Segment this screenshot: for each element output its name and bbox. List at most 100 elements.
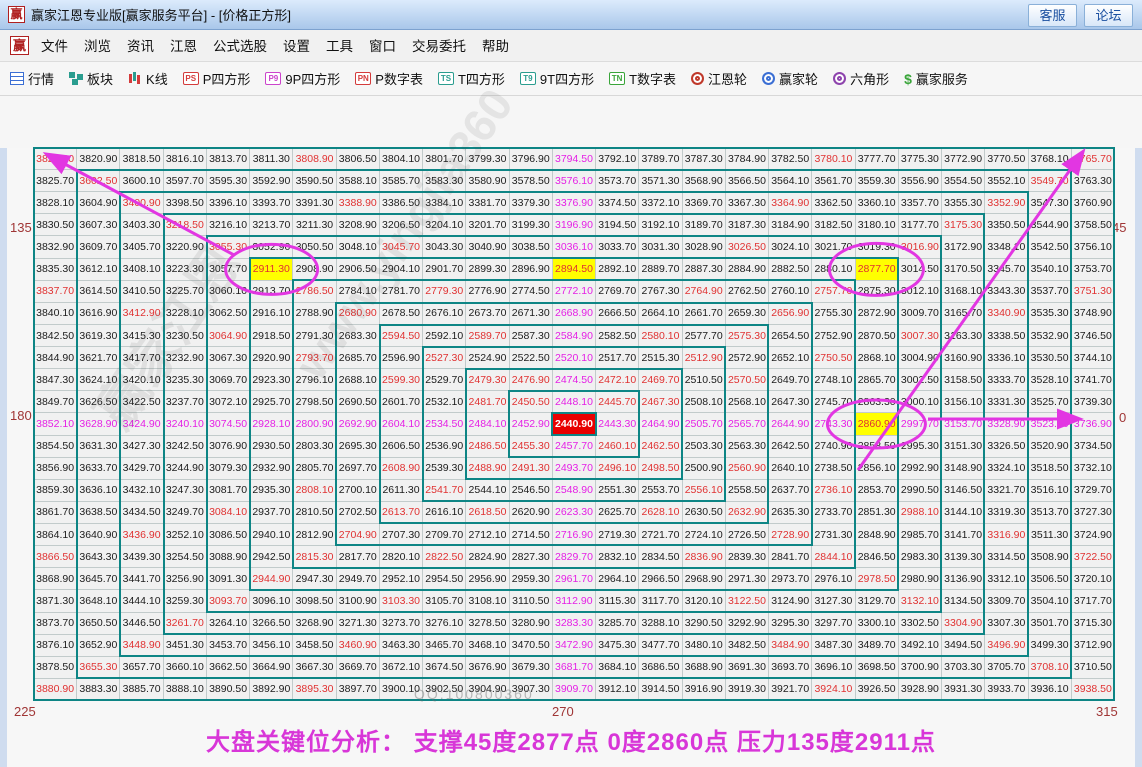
- grid-cell: 3652.90: [77, 635, 119, 656]
- grid-cell: 2532.10: [423, 391, 465, 412]
- grid-cell: 2796.10: [293, 369, 335, 390]
- menu-item-窗口[interactable]: 窗口: [369, 39, 396, 54]
- toolbar-item-P数字表[interactable]: PNP数字表: [355, 69, 423, 88]
- grid-cell: 2709.70: [423, 524, 465, 545]
- grid-cell: 2611.30: [380, 480, 422, 501]
- grid-cell: 3235.30: [164, 369, 206, 390]
- menu-item-工具[interactable]: 工具: [326, 39, 353, 54]
- grid-cell: 2649.70: [769, 369, 811, 390]
- compass-label-45: 45: [1112, 220, 1126, 235]
- grid-cell: 3345.70: [985, 259, 1027, 280]
- grid-cell: 3799.30: [466, 148, 508, 169]
- customer-service-button[interactable]: 客服: [1028, 4, 1077, 27]
- grid-cell: 2481.70: [466, 391, 508, 412]
- grid-cell: 3441.70: [120, 568, 162, 589]
- grid-cell: 3849.70: [34, 391, 76, 412]
- toolbar-item-K线[interactable]: K线: [128, 69, 168, 88]
- grid-cell: 3597.70: [164, 170, 206, 191]
- grid-cell: 3160.90: [942, 347, 984, 368]
- grid-cell: 3456.10: [250, 635, 292, 656]
- menu-item-江恩[interactable]: 江恩: [170, 39, 197, 54]
- grid-cell: 3828.10: [34, 192, 76, 213]
- toolbar-item-行情[interactable]: 行情: [10, 69, 54, 88]
- grid-cell: 2853.70: [856, 480, 898, 501]
- grid-cell: 2704.90: [337, 524, 379, 545]
- grid-cell: 3328.90: [985, 413, 1027, 434]
- grid-cell: 2880.10: [812, 259, 854, 280]
- toolbar-item-label: K线: [146, 69, 168, 88]
- toolbar-item-9T四方形[interactable]: T99T四方形: [520, 69, 594, 88]
- grid-cell: 2858.50: [856, 436, 898, 457]
- toolbar-item-T四方形[interactable]: TST四方形: [438, 69, 505, 88]
- grid-cell: 3470.50: [510, 635, 552, 656]
- toolbar-item-赢家服务[interactable]: $赢家服务: [904, 69, 968, 88]
- grid-cell: 3916.90: [683, 679, 725, 700]
- grid-cell: 3004.90: [899, 347, 941, 368]
- menu-item-交易委托[interactable]: 交易委托: [412, 39, 466, 54]
- grid-cell: 2707.30: [380, 524, 422, 545]
- grid-cell: 3446.50: [120, 613, 162, 634]
- grid-cell: 2808.10: [293, 480, 335, 501]
- grid-cell: 3580.90: [466, 170, 508, 191]
- toolbar-item-9P四方形[interactable]: P99P四方形: [265, 69, 340, 88]
- grid-cell: 3144.10: [942, 502, 984, 523]
- grid-cell: 2443.30: [596, 413, 638, 434]
- grid-cell: 3364.90: [769, 192, 811, 213]
- grid-cell: 3693.70: [769, 657, 811, 678]
- toolbar-item-板块[interactable]: 板块: [69, 69, 113, 88]
- grid-cell: 3153.70: [942, 413, 984, 434]
- grid-cell: 2716.90: [553, 524, 595, 545]
- menu-item-设置[interactable]: 设置: [283, 39, 310, 54]
- toolbar-item-赢家轮[interactable]: 赢家轮: [762, 69, 818, 88]
- compass-label-0: 0: [1119, 410, 1126, 425]
- center-cell: 2440.90: [553, 413, 595, 434]
- grid-cell: 2724.10: [683, 524, 725, 545]
- grid-cell: 2628.10: [639, 502, 681, 523]
- grid-cell: 3139.30: [942, 546, 984, 567]
- badge-p9-icon: P9: [265, 72, 281, 85]
- grid-cell: 2896.90: [510, 259, 552, 280]
- grid-cell: 3261.70: [164, 613, 206, 634]
- app-window: 赢 赢家江恩专业版[赢家服务平台] - [价格正方形] 客服 论坛 赢 文件浏览…: [0, 0, 1142, 767]
- grid-cell: 3657.70: [120, 657, 162, 678]
- grid-cell: 3374.50: [596, 192, 638, 213]
- grid-cell: 2553.70: [639, 480, 681, 501]
- toolbar-item-label: P数字表: [375, 69, 423, 88]
- grid-cell: 2776.90: [466, 281, 508, 302]
- toolbar-item-T数字表[interactable]: TNT数字表: [609, 69, 676, 88]
- menu-item-文件[interactable]: 文件: [41, 39, 68, 54]
- grid-cell: 2620.90: [510, 502, 552, 523]
- grid-cell: 3264.10: [207, 613, 249, 634]
- grid-cell: 3897.70: [337, 679, 379, 700]
- grid-cell: 2601.70: [380, 391, 422, 412]
- grid-cell: 3432.10: [120, 480, 162, 501]
- grid-cell: 2479.30: [466, 369, 508, 390]
- grid-cell: 2503.30: [683, 436, 725, 457]
- grid-cell: 3331.30: [985, 391, 1027, 412]
- toolbar-item-江恩轮[interactable]: 江恩轮: [691, 69, 747, 88]
- toolbar-item-label: 六角形: [850, 69, 889, 88]
- grid-cell: 2697.70: [337, 458, 379, 479]
- toolbar-item-六角形[interactable]: 六角形: [833, 69, 889, 88]
- grid-cell: 3422.50: [120, 391, 162, 412]
- grid-cell: 2899.30: [466, 259, 508, 280]
- grid-cell: 3590.50: [293, 170, 335, 191]
- toolbar-item-P四方形[interactable]: PSP四方形: [183, 69, 251, 88]
- grid-cell: 3626.50: [77, 391, 119, 412]
- grid-cell: 2959.30: [510, 568, 552, 589]
- grid-cell: 3132.10: [899, 590, 941, 611]
- grid-cell: 2668.90: [553, 303, 595, 324]
- grid-cell: 2856.10: [856, 458, 898, 479]
- grid-cell: 3379.30: [510, 192, 552, 213]
- hexagon-wheel-icon: [833, 72, 846, 85]
- menu-item-公式选股[interactable]: 公式选股: [213, 39, 267, 54]
- grid-cell: 3040.90: [466, 236, 508, 257]
- menu-item-资讯[interactable]: 资讯: [127, 39, 154, 54]
- forum-button[interactable]: 论坛: [1084, 4, 1133, 27]
- menu-item-帮助[interactable]: 帮助: [482, 39, 509, 54]
- grid-cell: 2587.30: [510, 325, 552, 346]
- grid-cell: 3192.10: [639, 214, 681, 235]
- grid-cell: 2952.10: [380, 568, 422, 589]
- grid-cell: 3602.50: [77, 170, 119, 191]
- menu-item-浏览[interactable]: 浏览: [84, 39, 111, 54]
